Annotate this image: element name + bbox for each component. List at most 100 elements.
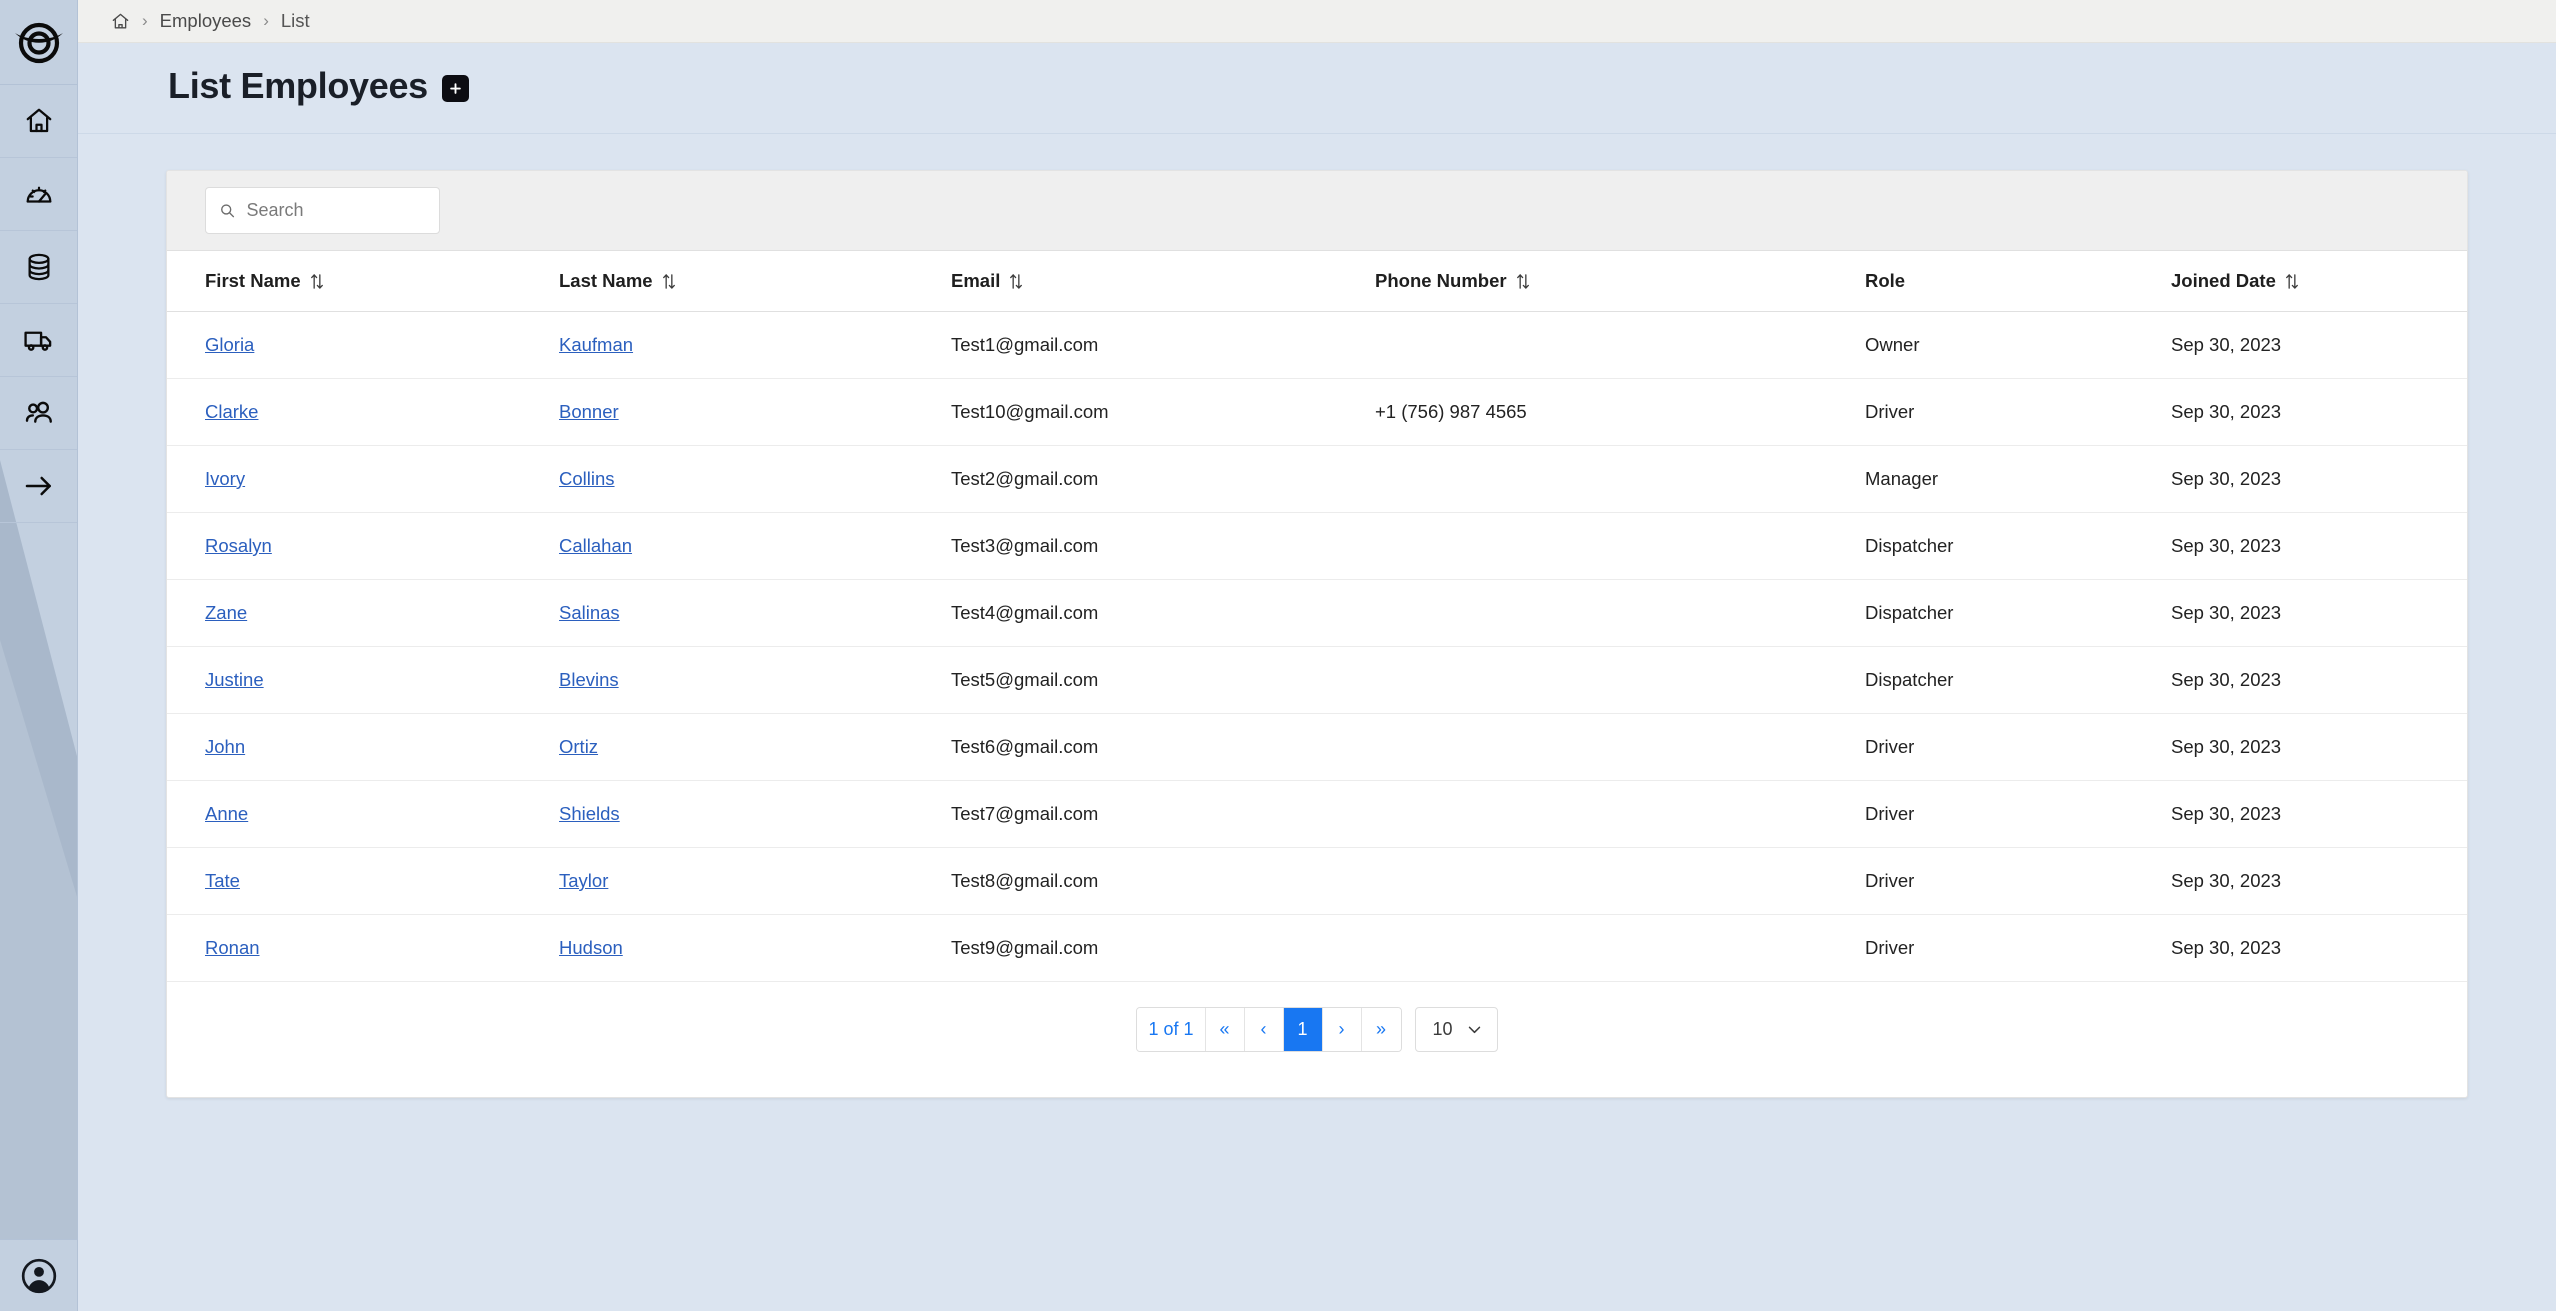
cell-last_name[interactable]: Callahan [559,512,951,580]
content-wrapper: First Name Last [78,134,2556,1311]
cell-first_name[interactable]: Ronan [167,914,559,982]
employee-last-name-link[interactable]: Ortiz [559,736,598,757]
search-input[interactable] [246,200,426,221]
cell-last_name[interactable]: Ortiz [559,713,951,781]
pagination-next-button[interactable]: › [1322,1008,1362,1051]
cell-role: Driver [1865,378,2171,446]
cell-last_name[interactable]: Blevins [559,646,951,714]
employee-first-name-link[interactable]: Anne [205,803,248,824]
cell-phone [1375,445,1865,513]
employee-first-name-link[interactable]: Gloria [205,334,254,355]
column-header-last-name[interactable]: Last Name [559,251,951,312]
column-label: Role [1865,270,1906,291]
employee-last-name-link[interactable]: Taylor [559,870,608,891]
cell-phone [1375,780,1865,848]
cell-email: Test5@gmail.com [951,646,1375,714]
cell-joined: Sep 30, 2023 [2171,311,2467,379]
table-row: Zane Salinas Test4@gmail.com Dispatcher Sep … [167,579,2467,647]
cell-phone [1375,914,1865,982]
app-root: › Employees › List List Employees Search… [0,0,2556,1311]
table-row: Rosalyn Callahan Test3@gmail.com Dispatcher… [167,512,2467,580]
employee-first-name-link[interactable]: Clarke [205,401,258,422]
cell-last_name[interactable]: Kaufman [559,311,951,379]
sidebar [0,0,78,1311]
search-box[interactable] [205,187,440,234]
table-row: Anne Shields Test7@gmail.com Driver Sep 30, … [167,780,2467,848]
pagination: 1 of 1 « ‹ 1 › » 10 [167,982,2467,1097]
cell-first_name[interactable]: Justine [167,646,559,714]
sidebar-item-database[interactable] [0,231,77,304]
sidebar-item-vehicles[interactable] [0,304,77,377]
cell-first_name[interactable]: Anne [167,780,559,848]
chevron-down-icon [1468,1026,1480,1034]
sidebar-item-expand[interactable] [0,450,77,523]
employee-last-name-link[interactable]: Bonner [559,401,619,422]
sort-icon[interactable] [662,273,676,290]
search-icon [221,204,235,218]
employee-first-name-link[interactable]: Ronan [205,937,260,958]
sort-icon[interactable] [1516,273,1530,290]
column-header-phone-number[interactable]: Phone Number [1375,251,1865,312]
employee-first-name-link[interactable]: Justine [205,669,264,690]
column-label: Email [951,270,1001,291]
pagination-first-button[interactable]: « [1205,1008,1245,1051]
employee-first-name-link[interactable]: Ivory [205,468,245,489]
sidebar-account[interactable] [0,1239,77,1311]
main-area: › Employees › List List Employees Search… [78,0,2556,1311]
pagination-prev-button[interactable]: ‹ [1244,1008,1284,1051]
column-header-email[interactable]: Email [951,251,1375,312]
sort-icon[interactable] [2285,273,2299,290]
cell-first_name[interactable]: Rosalyn [167,512,559,580]
column-header-joined-date[interactable]: Joined Date [2171,251,2467,312]
cell-last_name[interactable]: Salinas [559,579,951,647]
cell-last_name[interactable]: Taylor [559,847,951,915]
cell-last_name[interactable]: Collins [559,445,951,513]
page-size-select[interactable]: 10 [1414,1007,1498,1052]
cell-role: Dispatcher [1865,512,2171,580]
cell-first_name[interactable]: Gloria [167,311,559,379]
table-head: First Name Last Name Email Phone Number … [167,251,2467,312]
pagination-last-button[interactable]: » [1361,1008,1401,1051]
employee-first-name-link[interactable]: Zane [205,602,247,623]
sidebar-item-home[interactable] [0,85,77,158]
cell-email: Test9@gmail.com [951,914,1375,982]
column-header-first-name[interactable]: First Name [167,251,559,312]
employee-first-name-link[interactable]: John [205,736,245,757]
cell-first_name[interactable]: Tate [167,847,559,915]
sidebar-item-dashboard[interactable] [0,158,77,231]
employee-last-name-link[interactable]: Callahan [559,535,632,556]
cell-first_name[interactable]: Ivory [167,445,559,513]
employee-last-name-link[interactable]: Salinas [559,602,620,623]
cell-first_name[interactable]: John [167,713,559,781]
sort-icon[interactable] [1009,273,1023,290]
cell-last_name[interactable]: Bonner [559,378,951,446]
cell-last_name[interactable]: Hudson [559,914,951,982]
pagination-page-1[interactable]: 1 [1283,1008,1323,1051]
sort-icon[interactable] [310,273,324,290]
breadcrumb-item-employees[interactable]: Employees [160,10,252,32]
employee-last-name-link[interactable]: Hudson [559,937,623,958]
sidebar-logo[interactable] [0,0,77,85]
cell-email: Test7@gmail.com [951,780,1375,848]
cell-joined: Sep 30, 2023 [2171,579,2467,647]
cell-phone [1375,646,1865,714]
cell-role: Dispatcher [1865,646,2171,714]
employee-last-name-link[interactable]: Shields [559,803,620,824]
cell-role: Dispatcher [1865,579,2171,647]
page-header: List Employees [78,43,2556,134]
cell-joined: Sep 30, 2023 [2171,378,2467,446]
employee-last-name-link[interactable]: Blevins [559,669,619,690]
employee-last-name-link[interactable]: Collins [559,468,615,489]
truck-icon [24,331,52,351]
column-label: Phone Number [1375,270,1507,291]
cell-joined: Sep 30, 2023 [2171,847,2467,915]
home-icon[interactable] [111,12,130,31]
cell-first_name[interactable]: Clarke [167,378,559,446]
cell-first_name[interactable]: Zane [167,579,559,647]
cell-last_name[interactable]: Shields [559,780,951,848]
add-employee-button[interactable] [441,75,469,102]
employee-first-name-link[interactable]: Tate [205,870,240,891]
sidebar-item-employees[interactable] [0,377,77,450]
employee-first-name-link[interactable]: Rosalyn [205,535,272,556]
employee-last-name-link[interactable]: Kaufman [559,334,633,355]
